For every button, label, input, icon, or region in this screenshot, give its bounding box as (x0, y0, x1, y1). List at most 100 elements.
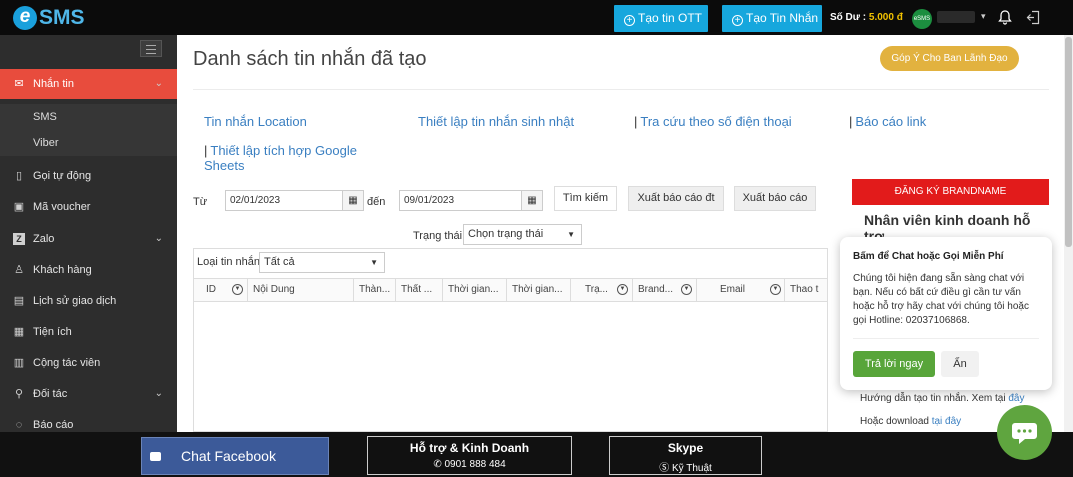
col-id[interactable]: ID ▼ (194, 279, 248, 301)
from-date-value: 02/01/2023 (230, 195, 281, 206)
sidebar-item-auto-call[interactable]: ▯ Gọi tự động (0, 161, 177, 191)
sidebar-item-voucher[interactable]: ▣ Mã voucher (0, 192, 177, 222)
type-label: Loại tin nhắn (197, 256, 260, 268)
chevron-down-icon[interactable]: ▾ (981, 11, 986, 22)
type-select-value: Tất cả (264, 256, 295, 268)
hide-button[interactable]: Ẩn (941, 351, 979, 377)
to-date-value: 09/01/2023 (404, 195, 455, 206)
separator: | (634, 114, 638, 129)
support-sales-button[interactable]: Hỗ trợ & Kinh Doanh ✆ 0901 888 484 (367, 436, 572, 475)
filter-icon[interactable]: ▼ (770, 284, 781, 295)
to-date-input[interactable]: 09/01/2023 ▦ (399, 190, 543, 211)
col-success[interactable]: Thàn... (354, 279, 396, 301)
to-label: đến (367, 196, 386, 208)
menu-toggle-icon[interactable] (140, 40, 162, 57)
calendar-icon: ▥ (13, 357, 25, 369)
calendar-icon[interactable]: ▦ (521, 191, 542, 210)
briefcase-icon: ▦ (13, 326, 25, 338)
col-time1[interactable]: Thời gian... (443, 279, 507, 301)
from-date-input[interactable]: 02/01/2023 ▦ (225, 190, 364, 211)
sidebar-item-label: Nhắn tin (33, 78, 74, 90)
gift-icon: ▣ (13, 201, 25, 213)
sidebar-item-label: Lịch sử giao dịch (33, 295, 117, 307)
sidebar-item-zalo[interactable]: Z Zalo ⌄ (0, 224, 177, 254)
col-failed[interactable]: Thất ... (396, 279, 443, 301)
sidebar-item-label: Gọi tự động (33, 170, 92, 182)
separator: | (204, 143, 208, 158)
sidebar-sub-viber[interactable]: Viber (0, 130, 177, 156)
feedback-button[interactable]: Góp Ý Cho Ban Lãnh Đạo (880, 46, 1019, 71)
download-label: Hoặc download (860, 416, 932, 427)
chat-facebook-button[interactable]: Chat Facebook (141, 437, 329, 475)
balance-value: 5.000 đ (868, 12, 903, 23)
col-content-label: Nội Dung (253, 284, 295, 295)
chat-popup-text: Chúng tôi hiện đang sẵn sàng chat với bạ… (853, 273, 1029, 326)
chevron-down-icon: ⌄ (154, 233, 163, 244)
support-phone-value: 0901 888 484 (444, 459, 506, 470)
logout-icon[interactable] (1026, 10, 1040, 25)
book-icon: ▤ (13, 295, 25, 307)
table-header: ID ▼ Nội Dung Thàn... Thất ... Thời gian.… (194, 278, 827, 302)
filter-icon[interactable]: ▼ (681, 284, 692, 295)
register-brandname-button[interactable]: ĐĂNG KÝ BRANDNAME (852, 179, 1049, 205)
sidebar-item-collaborators[interactable]: ▥ Cộng tác viên (0, 348, 177, 378)
plus-circle-icon: + (732, 15, 743, 26)
status-label: Trạng thái (413, 230, 463, 242)
col-status[interactable]: Trạ... ▼ (571, 279, 633, 301)
filter-icon[interactable]: ▼ (232, 284, 243, 295)
guide-link[interactable]: đây (1008, 393, 1024, 404)
bell-icon[interactable] (998, 10, 1012, 25)
type-select[interactable]: Tất cả ▼ (259, 252, 385, 273)
sidebar-item-label: Cộng tác viên (33, 357, 101, 369)
col-actions[interactable]: Thao t (785, 279, 827, 301)
export-phone-report-button[interactable]: Xuất báo cáo đt (628, 186, 724, 211)
col-email[interactable]: Email ▼ (697, 279, 785, 301)
sidebar-item-partners[interactable]: ⚲ Đối tác ⌄ (0, 379, 177, 409)
link-birthday-message[interactable]: Thiết lập tin nhắn sinh nhật (418, 114, 574, 129)
esms-logo[interactable]: e SMS (13, 5, 91, 30)
reply-now-button[interactable]: Trả lời ngay (853, 351, 935, 377)
skype-title: Skype (667, 441, 704, 455)
link-report-label: Báo cáo link (855, 114, 927, 129)
link-report[interactable]: | Báo cáo link (849, 114, 926, 129)
skype-button[interactable]: Skype Ⓢ Kỹ Thuật (609, 436, 762, 475)
link-phone-lookup[interactable]: | Tra cứu theo số điện thoại (634, 114, 792, 129)
calendar-icon[interactable]: ▦ (342, 191, 363, 210)
export-report-button[interactable]: Xuất báo cáo (734, 186, 816, 211)
sidebar-item-transactions[interactable]: ▤ Lịch sử giao dịch (0, 286, 177, 316)
username-redacted[interactable] (937, 11, 975, 23)
sidebar-sub-sms[interactable]: SMS (0, 104, 177, 130)
status-select[interactable]: Chọn trạng thái ▼ (463, 224, 582, 245)
messages-table: Loại tin nhắn Tất cả ▼ ID ▼ Nội Dung Thàn.… (193, 248, 828, 432)
link-location-message[interactable]: Tin nhắn Location (204, 114, 307, 129)
col-time1-label: Thời gian... (448, 284, 499, 295)
link-phone-lookup-label: Tra cứu theo số điện thoại (640, 114, 792, 129)
col-brand[interactable]: Brand... ▼ (633, 279, 697, 301)
col-content[interactable]: Nội Dung (248, 279, 354, 301)
filter-icon[interactable]: ▼ (617, 284, 628, 295)
col-time2[interactable]: Thời gian... (507, 279, 571, 301)
search-button[interactable]: Tìm kiếm (554, 186, 617, 211)
skype-sub: Ⓢ Kỹ Thuật (610, 459, 761, 474)
col-actions-label: Thao t (790, 284, 819, 295)
page-title: Danh sách tin nhắn đã tạo (193, 48, 427, 70)
divider (193, 89, 1049, 90)
guide-label: Hướng dẫn tạo tin nhắn. Xem tại (860, 393, 1009, 404)
page-scrollbar[interactable] (1064, 35, 1073, 432)
link-google-sheets[interactable]: | Thiết lập tích hợp Google Sheets (204, 143, 379, 173)
avatar[interactable]: eSMS (912, 9, 932, 29)
phone-icon: ▯ (15, 170, 23, 182)
handshake-icon: ⚲ (14, 388, 24, 400)
sidebar-item-customers[interactable]: ♙ Khách hàng (0, 255, 177, 285)
chat-widget-button[interactable] (997, 405, 1052, 460)
sidebar-item-messages[interactable]: ✉ Nhắn tin ⌄ (0, 69, 177, 99)
sidebar-item-label: Zalo (33, 233, 55, 245)
create-ott-button[interactable]: + Tạo tin OTT (614, 5, 708, 32)
create-message-button[interactable]: + Tạo Tin Nhắn (722, 5, 822, 32)
sidebar-item-utilities[interactable]: ▦ Tiện ích (0, 317, 177, 347)
col-email-label: Email (720, 284, 746, 295)
download-link[interactable]: tại đây (932, 416, 961, 427)
support-title: Hỗ trợ & Kinh Doanh (409, 441, 530, 455)
sidebar-item-label: Báo cáo (33, 419, 74, 431)
sidebar-item-label: Tiện ích (33, 326, 72, 338)
